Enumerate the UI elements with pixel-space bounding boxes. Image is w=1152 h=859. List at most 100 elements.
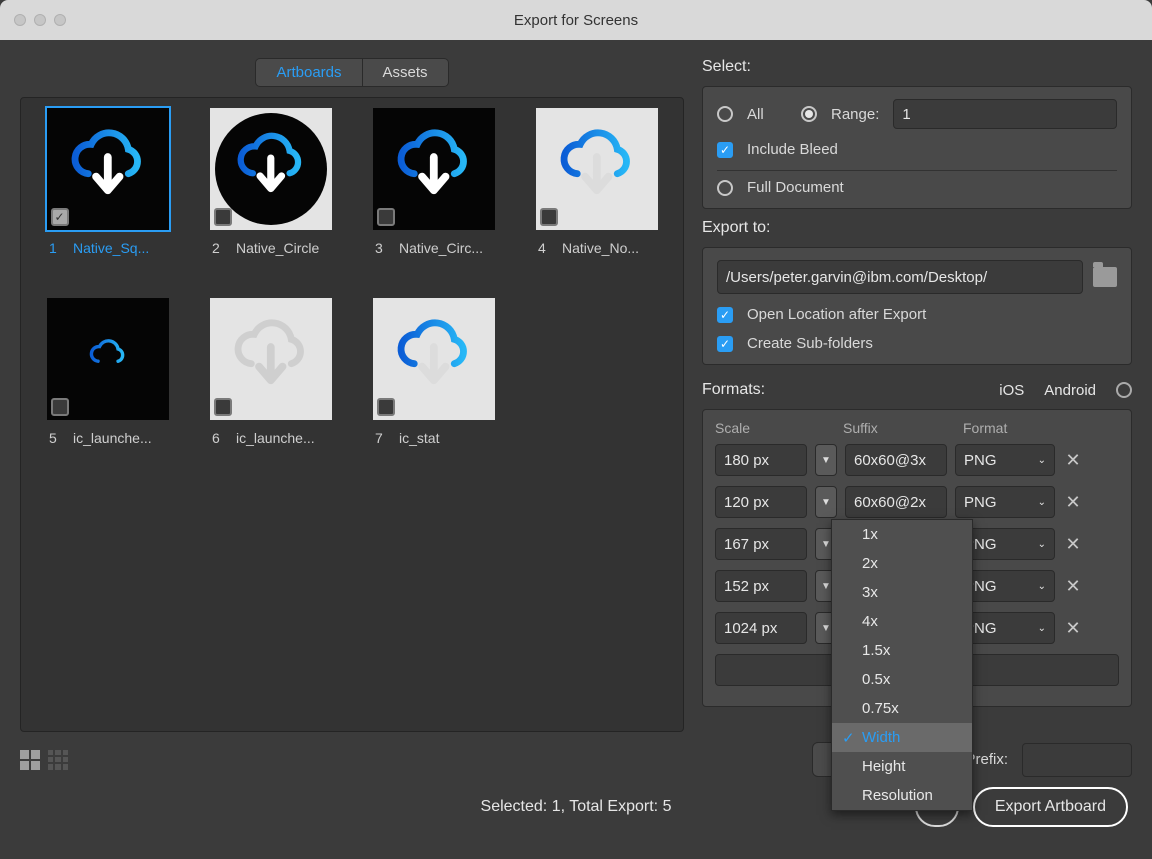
format-select[interactable]: PNG⌄ bbox=[955, 444, 1055, 476]
artboard-checkbox[interactable] bbox=[214, 398, 232, 416]
radio-full-document[interactable] bbox=[717, 180, 733, 196]
artboard-label: 4Native_No... bbox=[520, 240, 673, 256]
exportto-heading: Export to: bbox=[702, 219, 1132, 237]
remove-row-button[interactable]: ✕ bbox=[1063, 534, 1083, 555]
artboard-label: 7ic_stat bbox=[357, 430, 510, 446]
artboard-label: 6ic_launche... bbox=[194, 430, 347, 446]
remove-row-button[interactable]: ✕ bbox=[1063, 618, 1083, 639]
suffix-input[interactable] bbox=[845, 486, 947, 518]
artboard-checkbox[interactable]: ✓ bbox=[51, 208, 69, 226]
artboard-preview[interactable] bbox=[373, 298, 495, 420]
artboard-preview[interactable] bbox=[47, 298, 169, 420]
artboard-thumb[interactable]: 7ic_stat bbox=[357, 298, 510, 478]
format-row: ▼ PNG⌄ ✕1x2x3x4x1.5x0.5x0.75xWidthHeight… bbox=[715, 486, 1119, 518]
view-toggle bbox=[20, 750, 68, 770]
artboard-checkbox[interactable] bbox=[377, 398, 395, 416]
artboard-preview[interactable] bbox=[210, 108, 332, 230]
suffix-input[interactable] bbox=[845, 444, 947, 476]
window-titlebar: Export for Screens bbox=[0, 0, 1152, 40]
dropdown-option[interactable]: 0.75x bbox=[832, 694, 972, 723]
format-select[interactable]: PNG⌄ bbox=[955, 486, 1055, 518]
dropdown-option[interactable]: 1x bbox=[832, 520, 972, 549]
artboard-label: 1Native_Sq... bbox=[31, 240, 184, 256]
col-suffix: Suffix bbox=[843, 420, 963, 436]
tab-artboards[interactable]: Artboards bbox=[255, 58, 362, 87]
artboard-label: 5ic_launche... bbox=[31, 430, 184, 446]
label-range: Range: bbox=[831, 106, 879, 123]
minimize-window[interactable] bbox=[34, 14, 46, 26]
col-scale: Scale bbox=[715, 420, 843, 436]
artboard-checkbox[interactable] bbox=[51, 398, 69, 416]
artboard-label: 3Native_Circ... bbox=[357, 240, 510, 256]
artboard-preview[interactable]: ✓ bbox=[47, 108, 169, 230]
col-format: Format bbox=[963, 420, 1073, 436]
zoom-window[interactable] bbox=[54, 14, 66, 26]
link-ios[interactable]: iOS bbox=[999, 382, 1024, 399]
dropdown-option[interactable]: 3x bbox=[832, 578, 972, 607]
artboard-thumb[interactable]: 3Native_Circ... bbox=[357, 108, 510, 288]
label-all: All bbox=[747, 106, 787, 123]
dropdown-option[interactable]: 1.5x bbox=[832, 636, 972, 665]
gear-icon[interactable] bbox=[1116, 382, 1132, 398]
remove-row-button[interactable]: ✕ bbox=[1063, 492, 1083, 513]
label-open-location: Open Location after Export bbox=[747, 306, 926, 323]
select-heading: Select: bbox=[702, 58, 1132, 76]
artboard-checkbox[interactable] bbox=[214, 208, 232, 226]
dropdown-option[interactable]: 0.5x bbox=[832, 665, 972, 694]
scale-dropdown-menu[interactable]: 1x2x3x4x1.5x0.5x0.75xWidthHeightResoluti… bbox=[831, 519, 973, 811]
artboard-label: 2Native_Circle bbox=[194, 240, 347, 256]
scale-input[interactable] bbox=[715, 570, 807, 602]
artboard-checkbox[interactable] bbox=[377, 208, 395, 226]
scale-input[interactable] bbox=[715, 528, 807, 560]
formats-panel: Scale Suffix Format ▼ PNG⌄ ✕ ▼ PNG⌄ ✕1x2… bbox=[702, 409, 1132, 707]
scale-dropdown-button[interactable]: ▼ bbox=[815, 486, 837, 518]
close-window[interactable] bbox=[14, 14, 26, 26]
artboard-thumb[interactable]: ✓ 1Native_Sq... bbox=[31, 108, 184, 288]
artboard-checkbox[interactable] bbox=[540, 208, 558, 226]
range-input[interactable] bbox=[893, 99, 1117, 129]
dropdown-option[interactable]: Width bbox=[832, 723, 972, 752]
format-row: ▼ PNG⌄ ✕ bbox=[715, 444, 1119, 476]
radio-range[interactable] bbox=[801, 106, 817, 122]
remove-row-button[interactable]: ✕ bbox=[1063, 450, 1083, 471]
grid-small-icon[interactable] bbox=[48, 750, 68, 770]
radio-all[interactable] bbox=[717, 106, 733, 122]
remove-row-button[interactable]: ✕ bbox=[1063, 576, 1083, 597]
scale-input[interactable] bbox=[715, 444, 807, 476]
tab-assets[interactable]: Assets bbox=[363, 58, 449, 87]
export-artboard-button[interactable]: Export Artboard bbox=[973, 787, 1128, 827]
artboard-thumb[interactable]: 4Native_No... bbox=[520, 108, 673, 288]
scale-input[interactable] bbox=[715, 486, 807, 518]
scale-dropdown-button[interactable]: ▼ bbox=[815, 444, 837, 476]
formats-heading: Formats: bbox=[702, 381, 765, 399]
label-sub-folders: Create Sub-folders bbox=[747, 335, 873, 352]
folder-icon[interactable] bbox=[1093, 267, 1117, 287]
label-full-document: Full Document bbox=[747, 179, 844, 196]
select-panel: All Range: ✓ Include Bleed Full Document bbox=[702, 86, 1132, 209]
artboard-grid[interactable]: ✓ 1Native_Sq... 2Native_Circle 3Native_C… bbox=[20, 97, 684, 732]
window-title: Export for Screens bbox=[514, 12, 638, 29]
artboard-preview[interactable] bbox=[373, 108, 495, 230]
dropdown-option[interactable]: 4x bbox=[832, 607, 972, 636]
link-android[interactable]: Android bbox=[1044, 382, 1096, 399]
checkbox-sub-folders[interactable]: ✓ bbox=[717, 336, 733, 352]
exportto-panel: ✓ Open Location after Export ✓ Create Su… bbox=[702, 247, 1132, 365]
dropdown-option[interactable]: 2x bbox=[832, 549, 972, 578]
window-controls bbox=[14, 14, 66, 26]
artboard-preview[interactable] bbox=[210, 298, 332, 420]
artboard-thumb[interactable]: 2Native_Circle bbox=[194, 108, 347, 288]
dropdown-option[interactable]: Resolution bbox=[832, 781, 972, 810]
source-tabs: Artboards Assets bbox=[20, 58, 684, 87]
artboard-thumb[interactable]: 6ic_launche... bbox=[194, 298, 347, 478]
grid-large-icon[interactable] bbox=[20, 750, 40, 770]
prefix-input[interactable] bbox=[1022, 743, 1132, 777]
checkbox-include-bleed[interactable]: ✓ bbox=[717, 142, 733, 158]
scale-input[interactable] bbox=[715, 612, 807, 644]
dropdown-option[interactable]: Height bbox=[832, 752, 972, 781]
selection-status: Selected: 1, Total Export: 5 bbox=[481, 798, 672, 816]
export-path-input[interactable] bbox=[717, 260, 1083, 294]
artboard-preview[interactable] bbox=[536, 108, 658, 230]
checkbox-open-location[interactable]: ✓ bbox=[717, 307, 733, 323]
label-include-bleed: Include Bleed bbox=[747, 141, 838, 158]
artboard-thumb[interactable]: 5ic_launche... bbox=[31, 298, 184, 478]
